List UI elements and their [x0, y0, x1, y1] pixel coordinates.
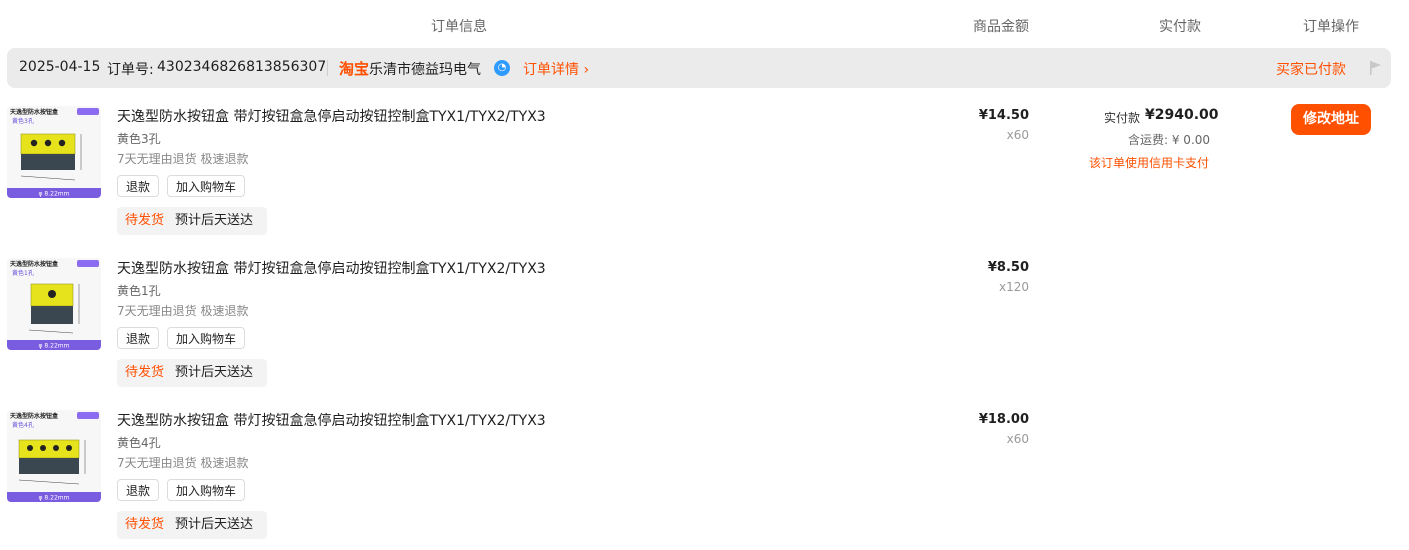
- flag-icon[interactable]: [1369, 60, 1383, 76]
- item-quantity: x60: [1006, 432, 1029, 446]
- item-price: ¥14.50: [978, 108, 1029, 123]
- service-tags: 7天无理由退货 极速退款: [117, 304, 249, 318]
- order-date: 2025-04-15: [19, 59, 101, 75]
- taobao-logo: 淘宝: [339, 60, 370, 78]
- thumb-variant: 黄色4孔: [12, 421, 34, 429]
- status-eta: 预计后天送达: [175, 365, 254, 380]
- item-quantity: x120: [998, 280, 1029, 294]
- order-status: 买家已付款: [1276, 62, 1346, 78]
- refund-button[interactable]: 退款: [117, 479, 159, 501]
- add-to-cart-button[interactable]: 加入购物车: [167, 175, 245, 197]
- thumb-title: 天逸型防水按钮盒: [10, 260, 59, 268]
- change-address-button[interactable]: 修改地址: [1291, 104, 1371, 135]
- chat-icon[interactable]: ◔: [494, 60, 510, 76]
- item-quantity: x60: [1006, 128, 1029, 142]
- column-header-order-info: 订单信息: [431, 19, 487, 35]
- credit-card-note: 该订单使用信用卡支付: [1089, 156, 1210, 170]
- order-number-label: 订单号:: [107, 62, 154, 78]
- product-title[interactable]: 天逸型防水按钮盒 带灯按钮盒急停启动按钮控制盒TYX1/TYX2/TYX3: [117, 258, 546, 278]
- shop-name-link[interactable]: 乐清市德益玛电气: [369, 59, 481, 79]
- shipping-status: 待发货 预计后天送达: [117, 207, 267, 235]
- thumb-variant: 黄色3孔: [12, 117, 34, 125]
- shipping-fee: 含运费: ¥ 0.00: [1128, 133, 1211, 147]
- thumb-size: φ 8.22mm: [39, 191, 70, 198]
- order-header-bar: 2025-04-15 订单号: 4302346826813856307 淘宝 乐…: [7, 48, 1391, 88]
- item-price: ¥18.00: [978, 412, 1029, 427]
- status-eta: 预计后天送达: [175, 213, 254, 228]
- status-pending: 待发货: [125, 365, 165, 380]
- order-number: 4302346826813856307: [157, 59, 327, 75]
- product-thumbnail[interactable]: 天逸型防水按钮盒 黄色1孔 φ 8.22mm: [7, 258, 101, 350]
- add-to-cart-button[interactable]: 加入购物车: [167, 479, 245, 501]
- product-thumbnail[interactable]: 天逸型防水按钮盒 黄色4孔 φ 8.22mm: [7, 410, 101, 502]
- thumb-size: φ 8.22mm: [39, 343, 70, 350]
- product-title[interactable]: 天逸型防水按钮盒 带灯按钮盒急停启动按钮控制盒TYX1/TYX2/TYX3: [117, 106, 546, 126]
- product-title[interactable]: 天逸型防水按钮盒 带灯按钮盒急停启动按钮控制盒TYX1/TYX2/TYX3: [117, 410, 546, 430]
- column-header-item-amount: 商品金额: [973, 19, 1029, 35]
- product-thumbnail[interactable]: 天逸型防水按钮盒 黄色3孔 φ 8.22mm: [7, 106, 101, 198]
- service-tags: 7天无理由退货 极速退款: [117, 152, 249, 166]
- paid-amount: ¥2940.00: [1145, 107, 1219, 123]
- refund-button[interactable]: 退款: [117, 175, 159, 197]
- thumb-size: φ 8.22mm: [39, 495, 70, 502]
- shipping-status: 待发货 预计后天送达: [117, 511, 267, 539]
- thumb-title: 天逸型防水按钮盒: [10, 412, 59, 420]
- thumb-variant: 黄色1孔: [12, 269, 34, 277]
- refund-button[interactable]: 退款: [117, 327, 159, 349]
- shipping-status: 待发货 预计后天送达: [117, 359, 267, 387]
- item-price: ¥8.50: [987, 260, 1029, 275]
- product-spec: 黄色3孔: [117, 132, 161, 146]
- divider: [327, 60, 328, 76]
- paid-label: 实付款: [1104, 111, 1141, 125]
- order-detail-link[interactable]: 订单详情 ›: [523, 59, 589, 79]
- product-spec: 黄色4孔: [117, 436, 161, 450]
- status-pending: 待发货: [125, 213, 165, 228]
- service-tags: 7天无理由退货 极速退款: [117, 456, 249, 470]
- column-header-paid: 实付款: [1159, 19, 1201, 35]
- status-eta: 预计后天送达: [175, 517, 254, 532]
- add-to-cart-button[interactable]: 加入购物车: [167, 327, 245, 349]
- thumb-title: 天逸型防水按钮盒: [10, 108, 59, 116]
- column-header-actions: 订单操作: [1303, 19, 1359, 35]
- status-pending: 待发货: [125, 517, 165, 532]
- product-spec: 黄色1孔: [117, 284, 161, 298]
